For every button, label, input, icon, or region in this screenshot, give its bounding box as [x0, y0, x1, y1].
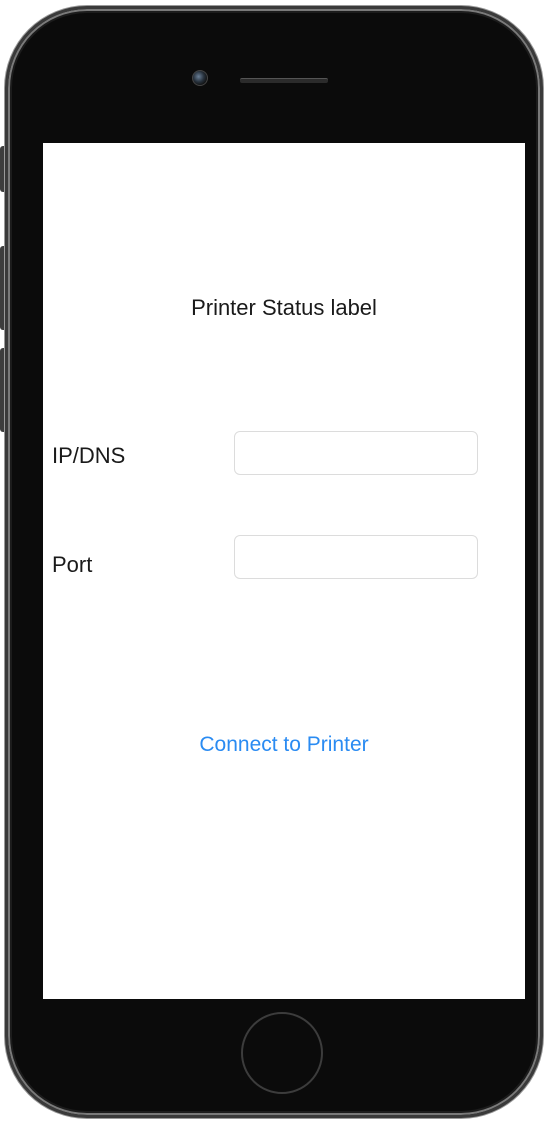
printer-status-label: Printer Status label [191, 295, 377, 320]
app-screen: Printer Status label IP/DNS Port Connect… [43, 143, 525, 999]
camera-icon [192, 70, 208, 86]
port-input[interactable] [234, 535, 478, 579]
phone-mockup: Printer Status label IP/DNS Port Connect… [0, 0, 548, 1126]
ip-dns-input[interactable] [234, 431, 478, 475]
connect-to-printer-button[interactable]: Connect to Printer [43, 733, 525, 757]
port-label: Port [52, 552, 93, 577]
ip-dns-label: IP/DNS [52, 443, 126, 468]
speaker-grille-icon [240, 78, 328, 83]
home-button-icon[interactable] [241, 1012, 323, 1094]
